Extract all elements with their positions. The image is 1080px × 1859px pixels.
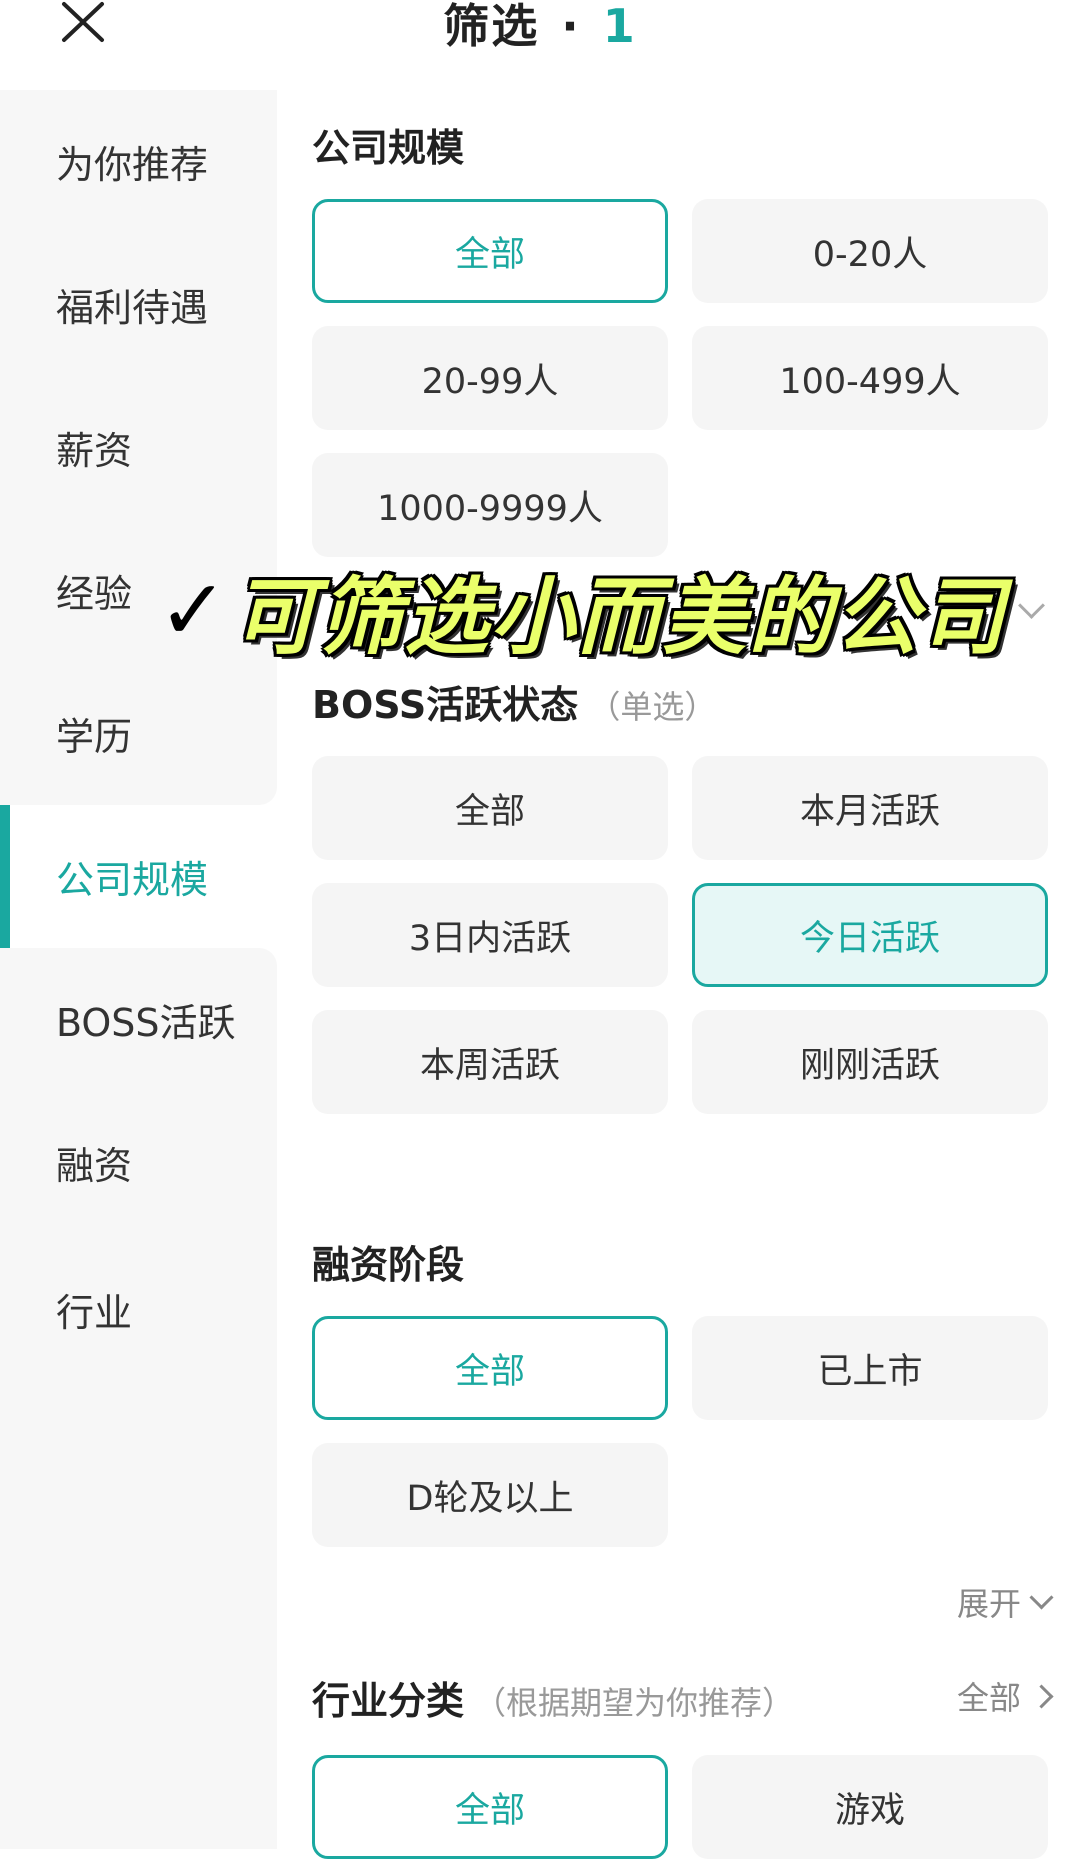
- industry-all-link[interactable]: 全部: [956, 1673, 1054, 1719]
- option-company-size-0-20[interactable]: 0-20人: [692, 199, 1048, 303]
- sidebar-item-experience[interactable]: 经验: [0, 519, 277, 662]
- sidebar-item-label: 公司规模: [56, 858, 209, 902]
- filter-options-panel: 公司规模 全部 0-20人 20-99人 100-499人 1000-9999人…: [277, 0, 1080, 1859]
- option-financing-listed[interactable]: 已上市: [692, 1316, 1048, 1420]
- option-company-size-all[interactable]: 全部: [312, 199, 668, 303]
- option-financing-all[interactable]: 全部: [312, 1316, 668, 1420]
- sidebar-item-label: 福利待遇: [56, 286, 209, 330]
- section-title-text: 融资阶段: [312, 1243, 465, 1287]
- option-industry-games[interactable]: 游戏: [692, 1755, 1048, 1859]
- sidebar-item-recommend[interactable]: 为你推荐: [0, 90, 277, 233]
- option-boss-active-today[interactable]: 今日活跃: [692, 883, 1048, 987]
- option-company-size-1000-9999[interactable]: 1000-9999人: [312, 453, 668, 557]
- chevron-down-icon[interactable]: [1018, 592, 1045, 619]
- option-company-size-20-99[interactable]: 20-99人: [312, 326, 668, 430]
- option-boss-active-just-now[interactable]: 刚刚活跃: [692, 1010, 1048, 1114]
- section-subtitle: （单选）: [588, 688, 717, 726]
- sidebar-item-label: BOSS活跃: [56, 1001, 236, 1045]
- sidebar-item-boss-active[interactable]: BOSS活跃: [0, 948, 277, 1091]
- sidebar-item-label: 经验: [56, 572, 133, 616]
- sidebar-item-financing[interactable]: 融资: [0, 1091, 277, 1234]
- sidebar-item-label: 学历: [56, 715, 133, 759]
- option-industry-all[interactable]: 全部: [312, 1755, 668, 1859]
- option-boss-active-week[interactable]: 本周活跃: [312, 1010, 668, 1114]
- section-title-boss-active: BOSS活跃状态 （单选）: [312, 674, 716, 729]
- sidebar-item-label: 行业: [56, 1291, 133, 1335]
- sidebar-item-company-size[interactable]: 公司规模: [0, 805, 277, 948]
- expand-financing-button[interactable]: 展开: [956, 1579, 1054, 1625]
- section-title-text: 公司规模: [312, 126, 465, 170]
- sidebar-item-salary[interactable]: 薪资: [0, 376, 277, 519]
- section-title-company-size: 公司规模: [312, 117, 464, 172]
- filter-category-sidebar: 为你推荐 福利待遇 薪资 经验 学历 公司规模 BOSS活跃 融资 行业: [0, 90, 277, 1849]
- chevron-right-icon: [1029, 1683, 1054, 1709]
- option-boss-active-3days[interactable]: 3日内活跃: [312, 883, 668, 987]
- sidebar-item-benefits[interactable]: 福利待遇: [0, 233, 277, 376]
- option-company-size-100-499[interactable]: 100-499人: [692, 326, 1048, 430]
- sidebar-item-education[interactable]: 学历: [0, 662, 277, 805]
- option-financing-round-d-plus[interactable]: D轮及以上: [312, 1443, 668, 1547]
- option-boss-active-all[interactable]: 全部: [312, 756, 668, 860]
- section-subtitle: （根据期望为你推荐）: [474, 1684, 795, 1722]
- sidebar-item-industry[interactable]: 行业: [0, 1234, 277, 1849]
- option-boss-active-month[interactable]: 本月活跃: [692, 756, 1048, 860]
- all-link-label: 全部: [956, 1679, 1021, 1717]
- chevron-down-icon: [1029, 1584, 1054, 1610]
- sidebar-item-label: 薪资: [56, 429, 133, 473]
- section-title-text: BOSS活跃状态: [312, 683, 579, 727]
- section-title-financing: 融资阶段: [312, 1234, 464, 1289]
- section-title-industry: 行业分类 （根据期望为你推荐）: [312, 1670, 794, 1725]
- expand-label: 展开: [956, 1585, 1021, 1623]
- section-title-text: 行业分类: [312, 1679, 465, 1723]
- sidebar-item-label: 为你推荐: [56, 143, 209, 187]
- sidebar-item-label: 融资: [56, 1144, 133, 1188]
